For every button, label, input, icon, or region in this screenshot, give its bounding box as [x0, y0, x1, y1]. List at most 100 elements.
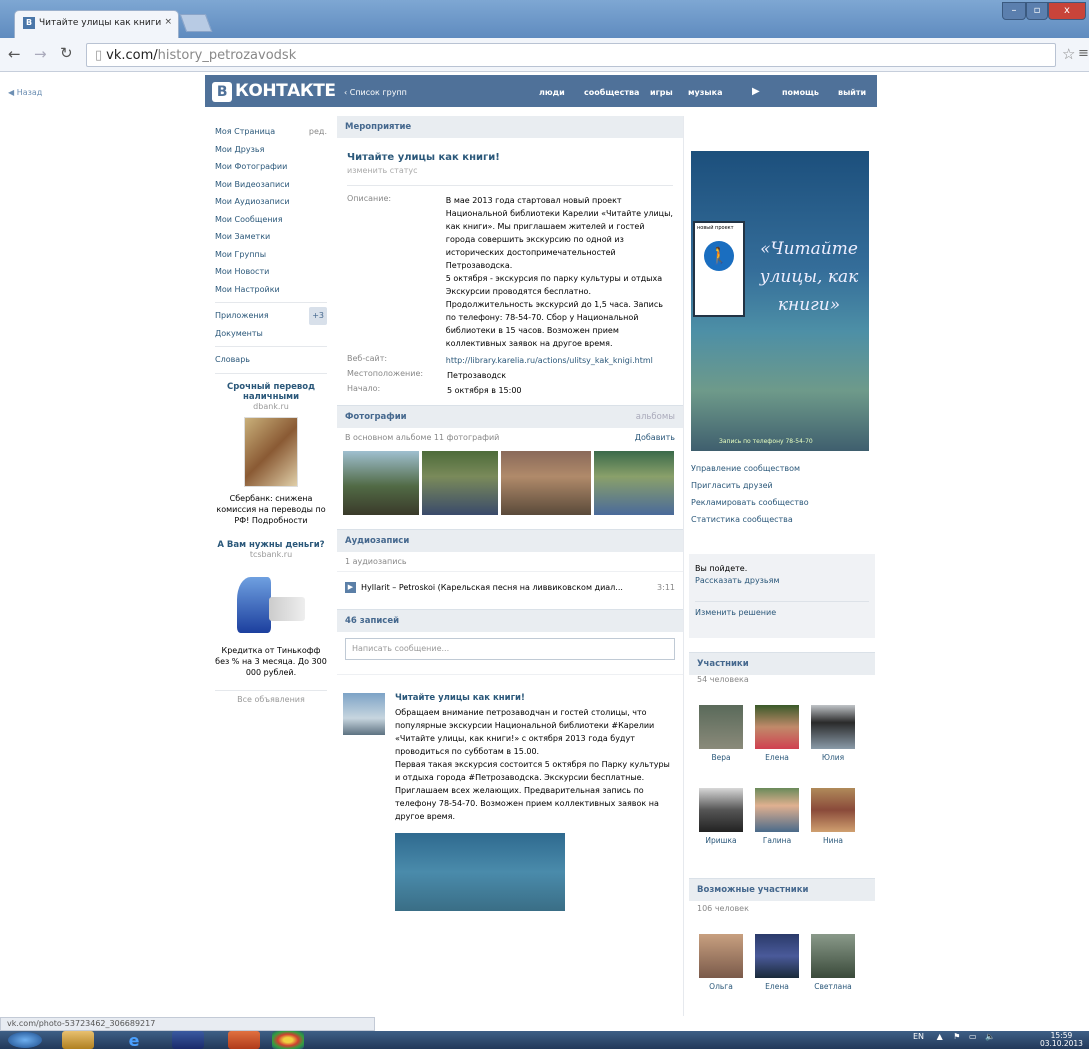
- menu-audio[interactable]: Мои Аудиозаписи: [215, 193, 327, 211]
- nav-communities[interactable]: сообщества: [584, 88, 639, 97]
- media-icon[interactable]: [172, 1031, 204, 1049]
- member-name[interactable]: Вера: [711, 753, 730, 762]
- member-photo[interactable]: [811, 934, 855, 978]
- menu-messages[interactable]: Мои Сообщения: [215, 211, 327, 229]
- play-icon[interactable]: ▶: [752, 86, 760, 97]
- member-name[interactable]: Ольга: [709, 982, 733, 991]
- reload-icon[interactable]: ↻: [60, 44, 73, 62]
- wall-post-input[interactable]: Написать сообщение...: [345, 638, 675, 660]
- all-ads-link[interactable]: Все объявления: [215, 695, 327, 704]
- explorer-icon[interactable]: [62, 1031, 94, 1049]
- nav-logout[interactable]: выйти: [838, 88, 866, 97]
- menu-apps[interactable]: Приложения +3: [215, 307, 327, 325]
- back-arrow-icon[interactable]: ←: [8, 45, 21, 63]
- nav-help[interactable]: помощь: [782, 88, 819, 97]
- start-button[interactable]: [8, 1032, 42, 1048]
- close-window-button[interactable]: x: [1048, 2, 1086, 20]
- menu-videos[interactable]: Мои Видеозаписи: [215, 176, 327, 194]
- play-button-icon[interactable]: ▶: [345, 582, 356, 593]
- advertise-community-link[interactable]: Рекламировать сообщество: [691, 494, 871, 511]
- member-photo[interactable]: [755, 705, 799, 749]
- post-avatar[interactable]: [343, 693, 385, 735]
- audio-header[interactable]: Аудиозаписи: [337, 529, 683, 552]
- member-card[interactable]: Нина: [810, 788, 856, 845]
- powerpoint-icon[interactable]: [228, 1031, 260, 1049]
- invite-friends-link[interactable]: Пригласить друзей: [691, 477, 871, 494]
- photo-thumb[interactable]: [343, 451, 419, 515]
- nav-music[interactable]: музыка: [688, 88, 722, 97]
- manage-community-link[interactable]: Управление сообществом: [691, 460, 871, 477]
- ad-title[interactable]: А Вам нужны деньги?: [215, 540, 327, 550]
- language-indicator[interactable]: EN: [913, 1032, 924, 1041]
- ad-image[interactable]: [231, 567, 311, 637]
- member-name[interactable]: Юлия: [822, 753, 844, 762]
- photos-subtitle[interactable]: В основном альбоме 11 фотографий: [345, 433, 499, 442]
- menu-documents[interactable]: Документы: [215, 325, 327, 343]
- vk-logo[interactable]: В КОНТАКТЕ: [212, 81, 336, 102]
- maximize-button[interactable]: ▫: [1026, 2, 1048, 20]
- url-bar[interactable]: ▯ vk.com/history_petrozavodsk: [86, 43, 1056, 67]
- member-photo[interactable]: [811, 705, 855, 749]
- menu-my-page[interactable]: Моя Страница ред.: [215, 123, 327, 141]
- nav-people[interactable]: люди: [539, 88, 565, 97]
- chrome-icon[interactable]: [272, 1031, 304, 1049]
- browser-tab[interactable]: B Читайте улицы как книги ×: [14, 10, 179, 38]
- member-photo[interactable]: [699, 705, 743, 749]
- add-photo-link[interactable]: Добавить: [635, 433, 675, 442]
- ad-title[interactable]: Срочный перевод наличными: [215, 382, 327, 402]
- ad-block[interactable]: А Вам нужны деньги? tcsbank.ru Кредитка …: [215, 540, 327, 678]
- photo-thumb[interactable]: [594, 451, 674, 515]
- member-card[interactable]: Юлия: [810, 705, 856, 762]
- website-link[interactable]: http://library.karelia.ru/actions/ulitsy…: [446, 354, 673, 367]
- photo-thumb[interactable]: [501, 451, 591, 515]
- ad-block[interactable]: Срочный перевод наличными dbank.ru Сберб…: [215, 382, 327, 526]
- member-name[interactable]: Иришка: [705, 836, 736, 845]
- audio-track-title[interactable]: Hyllаrit – Petroskoi (Карельская песня н…: [361, 583, 651, 592]
- member-card[interactable]: Галина: [754, 788, 800, 845]
- tell-friends-link[interactable]: Рассказать друзьям: [695, 576, 869, 585]
- member-name[interactable]: Светлана: [814, 982, 852, 991]
- menu-notes[interactable]: Мои Заметки: [215, 228, 327, 246]
- edit-link[interactable]: ред.: [309, 123, 327, 141]
- change-status-link[interactable]: изменить статус: [347, 166, 673, 175]
- menu-dictionary[interactable]: Словарь: [215, 351, 327, 369]
- tray-arrow-icon[interactable]: ▲: [937, 1032, 943, 1041]
- minimize-button[interactable]: –: [1002, 2, 1026, 20]
- member-photo[interactable]: [755, 934, 799, 978]
- internet-explorer-icon[interactable]: e: [118, 1031, 150, 1049]
- member-name[interactable]: Елена: [765, 982, 789, 991]
- member-name[interactable]: Елена: [765, 753, 789, 762]
- member-card[interactable]: Светлана: [810, 934, 856, 991]
- member-name[interactable]: Нина: [823, 836, 843, 845]
- event-poster[interactable]: новый проект 🚶 «Читайте улицы, как книги…: [691, 151, 869, 451]
- member-card[interactable]: Елена: [754, 705, 800, 762]
- member-photo[interactable]: [699, 934, 743, 978]
- member-card[interactable]: Ольга: [698, 934, 744, 991]
- menu-news[interactable]: Мои Новости: [215, 263, 327, 281]
- change-decision-link[interactable]: Изменить решение: [695, 601, 869, 617]
- menu-settings[interactable]: Мои Настройки: [215, 281, 327, 299]
- back-link[interactable]: ◀ Назад: [8, 88, 42, 97]
- nav-games[interactable]: игры: [650, 88, 673, 97]
- member-card[interactable]: Вера: [698, 705, 744, 762]
- clock[interactable]: 15:59 03.10.2013: [1040, 1032, 1083, 1048]
- member-photo[interactable]: [699, 788, 743, 832]
- group-list-link[interactable]: ‹ Список групп: [344, 88, 407, 97]
- photos-header[interactable]: Фотографии альбомы: [337, 405, 683, 428]
- member-card[interactable]: Иришка: [698, 788, 744, 845]
- albums-link[interactable]: альбомы: [636, 412, 675, 422]
- member-photo[interactable]: [811, 788, 855, 832]
- flag-icon[interactable]: ⚑: [953, 1032, 960, 1041]
- tab-close-icon[interactable]: ×: [164, 17, 172, 27]
- wall-header[interactable]: 46 записей: [337, 609, 683, 632]
- menu-groups[interactable]: Мои Группы: [215, 246, 327, 264]
- member-name[interactable]: Галина: [763, 836, 791, 845]
- post-author[interactable]: Читайте улицы как книги!: [395, 693, 675, 703]
- network-icon[interactable]: ▭: [969, 1032, 977, 1041]
- menu-friends[interactable]: Мои Друзья: [215, 141, 327, 159]
- bookmark-star-icon[interactable]: ☆: [1062, 45, 1075, 63]
- post-attachment-image[interactable]: [395, 833, 565, 911]
- possible-members-header[interactable]: Возможные участники: [689, 878, 875, 901]
- photo-thumb[interactable]: [422, 451, 498, 515]
- member-card[interactable]: Елена: [754, 934, 800, 991]
